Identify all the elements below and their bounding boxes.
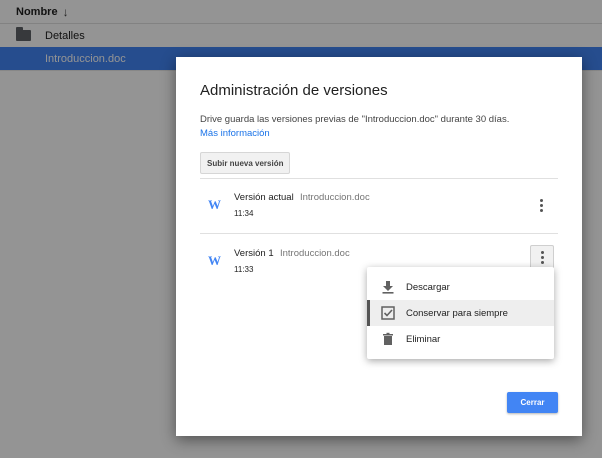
- versions-dialog: Administración de versiones Drive guarda…: [176, 57, 582, 436]
- menu-item-label: Descargar: [406, 281, 450, 293]
- menu-item-download[interactable]: Descargar: [367, 274, 554, 300]
- menu-item-label: Eliminar: [406, 333, 441, 345]
- more-info-link[interactable]: Más información: [200, 128, 270, 139]
- word-doc-icon: W: [208, 253, 221, 268]
- version-file-name: Introduccion.doc: [280, 248, 350, 259]
- word-doc-icon: W: [208, 197, 221, 212]
- menu-item-delete[interactable]: Eliminar: [367, 326, 554, 352]
- version-item-current: W Versión actual Introduccion.doc 11:34: [200, 184, 558, 234]
- trash-icon: [383, 332, 393, 345]
- dialog-description: Drive guarda las versiones previas de "I…: [200, 114, 510, 125]
- version-time: 11:34: [234, 209, 254, 218]
- menu-item-keep-forever[interactable]: Conservar para siempre: [367, 300, 554, 326]
- divider: [200, 233, 558, 234]
- version-label: Versión 1: [234, 248, 274, 259]
- version-label: Versión actual: [234, 192, 294, 203]
- divider: [200, 178, 558, 179]
- dialog-title: Administración de versiones: [200, 82, 388, 99]
- version-time: 11:33: [234, 265, 254, 274]
- download-icon: [382, 281, 394, 294]
- menu-item-label: Conservar para siempre: [406, 307, 508, 319]
- close-button[interactable]: Cerrar: [507, 392, 558, 413]
- more-options-icon[interactable]: [530, 194, 552, 216]
- more-options-icon[interactable]: [530, 245, 554, 269]
- version-file-name: Introduccion.doc: [300, 192, 370, 203]
- checkbox-icon: [381, 306, 395, 320]
- version-context-menu: Descargar Conservar para siempre Elimina…: [367, 267, 554, 359]
- upload-new-version-button[interactable]: Subir nueva versión: [200, 152, 291, 174]
